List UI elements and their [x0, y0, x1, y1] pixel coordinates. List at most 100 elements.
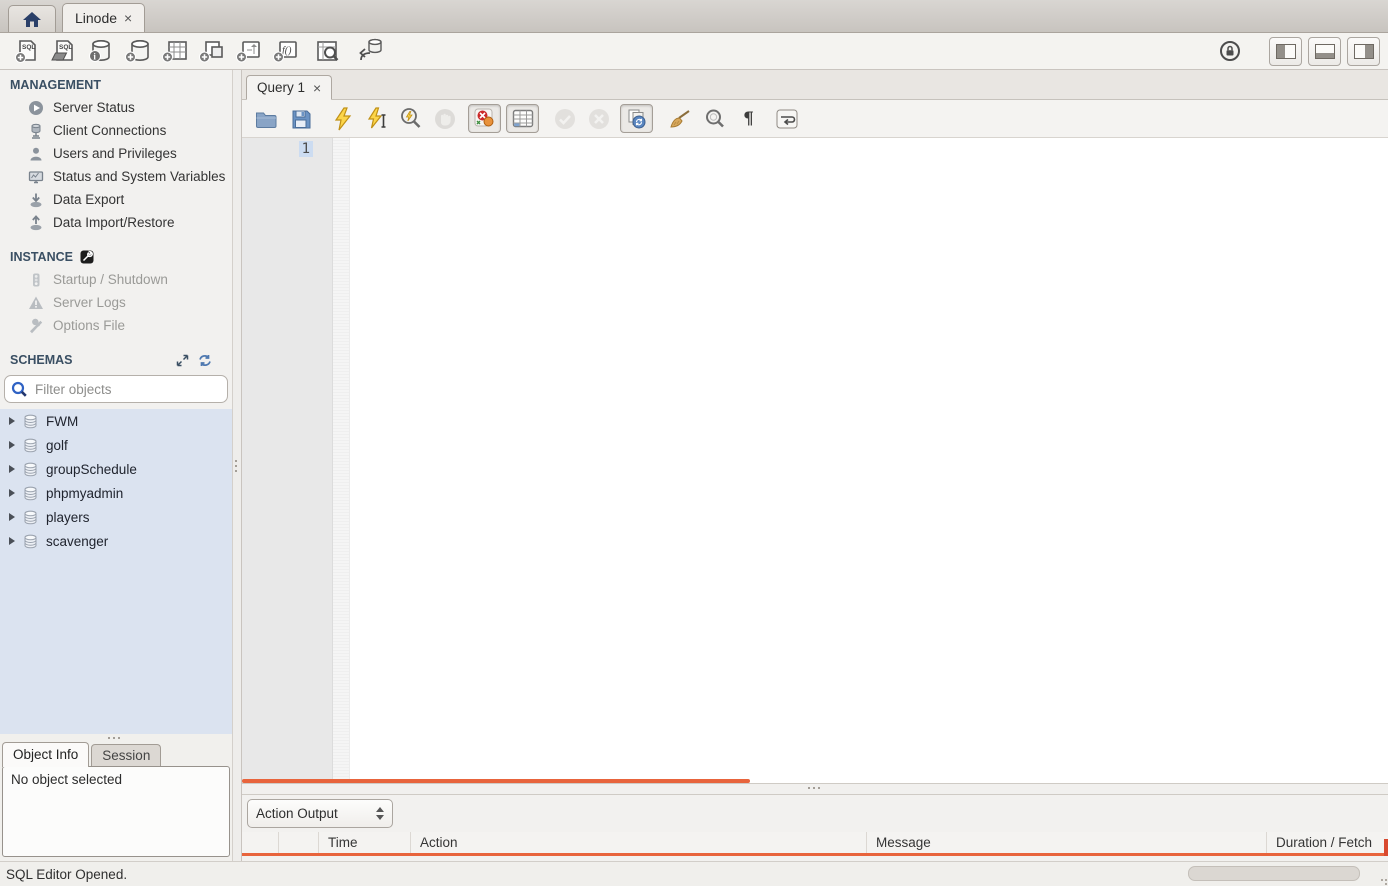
- rollback-button[interactable]: [582, 104, 615, 133]
- stop-button[interactable]: [428, 104, 461, 133]
- toggle-bottom-output-icon: [1315, 44, 1335, 59]
- sidebar-item-startup-shutdown[interactable]: Startup / Shutdown: [0, 268, 232, 291]
- sidebar-splitter[interactable]: [232, 70, 242, 861]
- sidebar-item-data-export[interactable]: Data Export: [0, 188, 232, 211]
- execute-current-button[interactable]: [360, 104, 393, 133]
- create-function-button[interactable]: f(): [267, 36, 304, 66]
- schema-row-phpmyadmin[interactable]: phpmyadmin: [0, 481, 232, 505]
- query-tab-label: Query 1: [257, 80, 305, 95]
- sidebar-item-system-variables[interactable]: Status and System Variables: [0, 165, 232, 188]
- chevron-right-icon[interactable]: [9, 513, 15, 521]
- splitter-grip[interactable]: [108, 737, 110, 739]
- save-script-button[interactable]: [284, 104, 317, 133]
- column-header-action[interactable]: Action: [411, 832, 867, 853]
- status-text: SQL Editor Opened.: [6, 867, 127, 882]
- sql-editor: 1: [242, 138, 1388, 783]
- output-type-label: Action Output: [256, 806, 338, 821]
- save-icon: [291, 109, 311, 129]
- toggle-left-sidebar-button[interactable]: [1269, 37, 1302, 66]
- reconnect-database-button[interactable]: [351, 36, 388, 66]
- client-connections-icon: [27, 123, 44, 139]
- create-procedure-button[interactable]: [230, 36, 267, 66]
- autocommit-icon: [626, 108, 648, 130]
- column-header-duration[interactable]: Duration / Fetch: [1267, 832, 1388, 853]
- sidebar-item-data-import[interactable]: Data Import/Restore: [0, 211, 232, 234]
- close-tab-icon[interactable]: ×: [124, 11, 132, 25]
- tab-object-info[interactable]: Object Info: [2, 742, 89, 767]
- schema-row-groupschedule[interactable]: groupSchedule: [0, 457, 232, 481]
- toggle-right-sidebar-button[interactable]: [1347, 37, 1380, 66]
- schema-icon: [23, 486, 38, 501]
- sidebar-item-client-connections[interactable]: Client Connections: [0, 119, 232, 142]
- connection-tab-linode[interactable]: Linode ×: [62, 3, 145, 32]
- chevron-right-icon[interactable]: [9, 489, 15, 497]
- schema-icon: [23, 534, 38, 549]
- open-sql-script-button[interactable]: SQL: [45, 36, 82, 66]
- startup-shutdown-icon: [27, 272, 44, 288]
- explain-button[interactable]: [394, 104, 427, 133]
- editor-surface[interactable]: [350, 138, 1388, 783]
- column-header-time[interactable]: Time: [319, 832, 411, 853]
- show-invisibles-button[interactable]: ¶: [732, 104, 765, 133]
- search-data-button[interactable]: [310, 36, 347, 66]
- inspect-database-button[interactable]: i: [82, 36, 119, 66]
- server-status-icon: [27, 100, 44, 116]
- tab-query-1[interactable]: Query 1 ×: [246, 75, 332, 100]
- sidebar-item-options-file[interactable]: Options File: [0, 314, 232, 337]
- beautify-button[interactable]: [664, 104, 697, 133]
- mysql-workbench-window: Linode × SQL SQL i: [0, 0, 1388, 886]
- system-variables-icon: [27, 169, 44, 185]
- main-toolbar: SQL SQL i: [0, 33, 1388, 70]
- limit-rows-button[interactable]: [506, 104, 539, 133]
- splitter-grip[interactable]: [235, 460, 237, 462]
- create-schema-button[interactable]: [119, 36, 156, 66]
- schema-row-golf[interactable]: golf: [0, 433, 232, 457]
- chevron-right-icon[interactable]: [9, 465, 15, 473]
- schema-row-scavenger[interactable]: scavenger: [0, 529, 232, 553]
- refresh-icon[interactable]: [198, 354, 212, 367]
- sidebar-item-users-privileges[interactable]: Users and Privileges: [0, 142, 232, 165]
- splitter-grip[interactable]: [808, 787, 810, 789]
- column-header-blank[interactable]: [242, 832, 279, 853]
- chevron-right-icon[interactable]: [9, 441, 15, 449]
- column-header-message[interactable]: Message: [867, 832, 1267, 853]
- create-function-icon: f(): [272, 38, 300, 64]
- connection-lock-icon: [1213, 36, 1247, 66]
- toggle-stop-on-error-button[interactable]: [468, 104, 501, 133]
- left-sidebar: MANAGEMENT Server Status Client Connecti…: [0, 70, 232, 861]
- search-icon: [11, 381, 28, 398]
- column-header-blank[interactable]: [279, 832, 319, 853]
- schema-filter-input[interactable]: [33, 381, 221, 398]
- tab-session[interactable]: Session: [91, 744, 161, 767]
- search-data-icon: [315, 38, 342, 64]
- close-query-tab-icon[interactable]: ×: [313, 81, 321, 95]
- resize-grip[interactable]: [1381, 879, 1383, 881]
- schema-row-players[interactable]: players: [0, 505, 232, 529]
- chevron-right-icon[interactable]: [9, 417, 15, 425]
- output-splitter[interactable]: [242, 783, 1388, 795]
- spinner-icon: [376, 807, 384, 820]
- connection-tab-label: Linode: [75, 10, 117, 26]
- svg-text:SQL: SQL: [22, 44, 35, 51]
- chevron-right-icon[interactable]: [9, 537, 15, 545]
- output-type-select[interactable]: Action Output: [247, 799, 393, 828]
- create-table-button[interactable]: [156, 36, 193, 66]
- open-file-button[interactable]: [250, 104, 283, 133]
- toggle-bottom-output-button[interactable]: [1308, 37, 1341, 66]
- horizontal-scrollbar-thumb[interactable]: [1188, 866, 1360, 881]
- home-tab[interactable]: [8, 5, 56, 32]
- wrap-text-button[interactable]: [770, 104, 803, 133]
- new-sql-tab-button[interactable]: SQL: [8, 36, 45, 66]
- server-logs-icon: [27, 295, 44, 311]
- instance-section-title: INSTANCE: [0, 234, 232, 268]
- management-section-title: MANAGEMENT: [0, 70, 232, 96]
- schema-row-fwm[interactable]: FWM: [0, 409, 232, 433]
- expand-icon[interactable]: [176, 354, 189, 367]
- execute-button[interactable]: [326, 104, 359, 133]
- commit-button[interactable]: [548, 104, 581, 133]
- sidebar-item-server-status[interactable]: Server Status: [0, 96, 232, 119]
- sidebar-item-server-logs[interactable]: Server Logs: [0, 291, 232, 314]
- toggle-autocommit-button[interactable]: [620, 104, 653, 133]
- find-button[interactable]: [698, 104, 731, 133]
- create-view-button[interactable]: [193, 36, 230, 66]
